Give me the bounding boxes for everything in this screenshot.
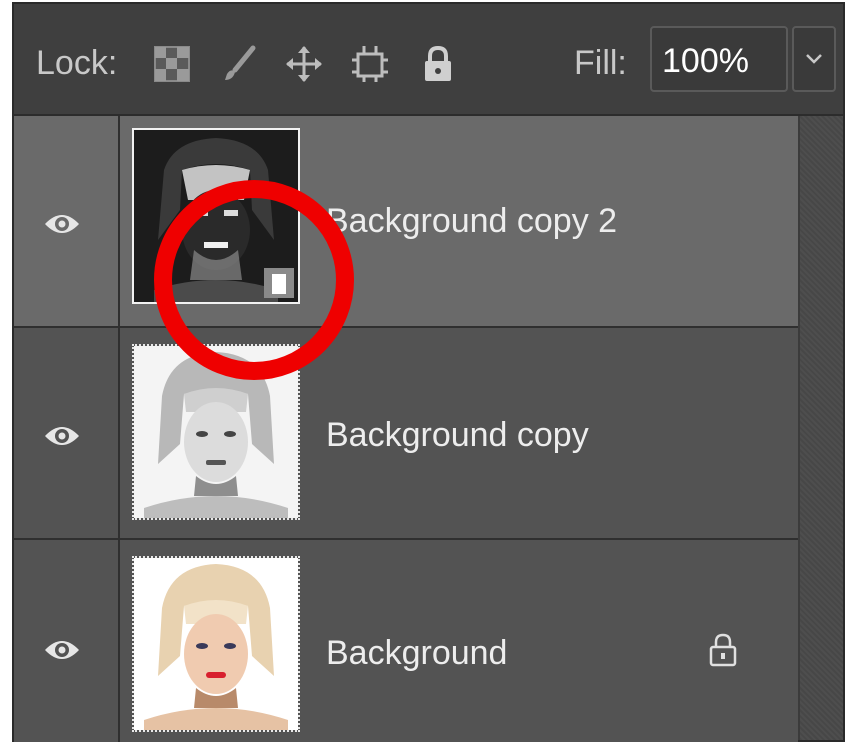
layer-name[interactable]: Background [326,634,507,673]
lock-icon [709,633,737,667]
visibility-column [14,540,120,742]
layers-scrollbar[interactable] [800,116,843,740]
lock-artboard-icon[interactable] [350,44,390,84]
fill-value: 100% [662,42,749,80]
layers-panel: Lock: Fill: 100% Background copy 2 Backg… [0,0,853,753]
lock-image-pixels-icon[interactable] [219,44,259,84]
layer-thumbnail [132,556,300,732]
chevron-down-icon [806,54,822,64]
layer-name[interactable]: Background copy [326,416,589,455]
visibility-column [14,328,120,538]
eye-icon[interactable] [44,210,80,238]
lock-toolbar: Lock: Fill: 100% [14,4,843,116]
layer-row-background[interactable]: Background [14,540,798,742]
layers-panel-body: Lock: Fill: 100% Background copy 2 Backg… [12,2,845,742]
fill-input[interactable]: 100% [650,26,788,92]
visibility-column [14,116,120,326]
layer-row-background-copy[interactable]: Background copy [14,328,798,540]
lock-label: Lock: [36,44,118,82]
color-portrait-thumbnail [134,558,298,730]
red-circle-annotation [154,180,354,380]
fill-dropdown-button[interactable] [792,26,836,92]
lock-position-icon[interactable] [284,44,324,84]
eye-icon[interactable] [44,422,80,450]
layer-name[interactable]: Background copy 2 [326,202,617,241]
lock-all-icon[interactable] [418,44,458,84]
lock-transparent-pixels-icon[interactable] [152,44,192,84]
fill-label: Fill: [574,44,627,82]
layer-row-background-copy-2[interactable]: Background copy 2 [14,116,798,328]
eye-icon[interactable] [44,636,80,664]
